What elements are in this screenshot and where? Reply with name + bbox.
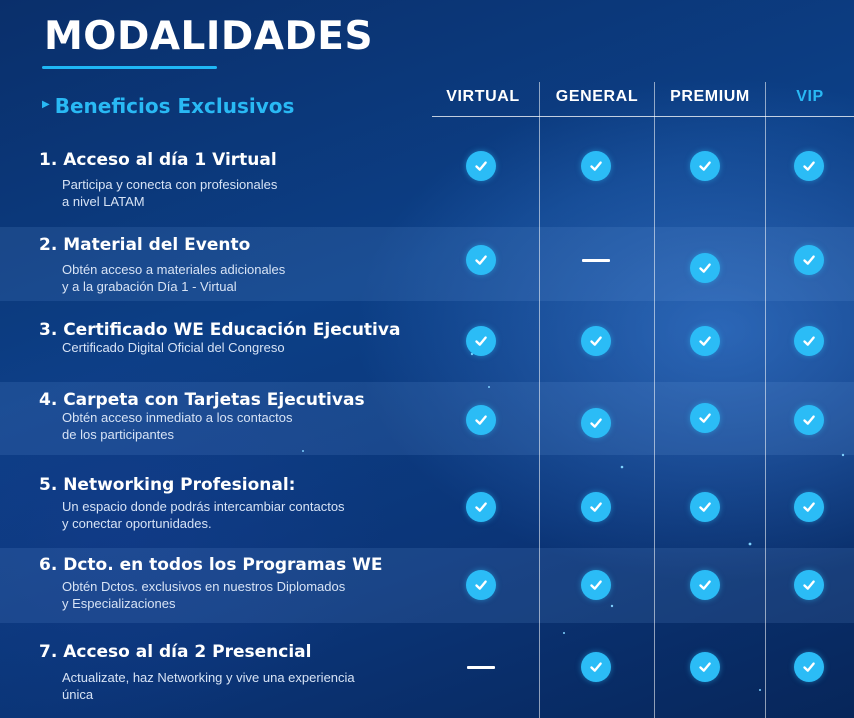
benefit-description: Obtén acceso a materiales adicionales y … — [62, 262, 286, 294]
dash-icon — [467, 666, 495, 669]
benefit-description: Certificado Digital Oficial del Congreso — [62, 340, 285, 355]
check-circle-icon — [466, 570, 496, 600]
benefit-title: 5. Networking Profesional: — [39, 475, 296, 495]
check-circle-icon — [466, 405, 496, 435]
benefit-description: Participa y conecta con profesionales a … — [62, 177, 278, 209]
check-circle-icon — [794, 492, 824, 522]
check-circle-icon — [466, 492, 496, 522]
page-title: MODALIDADES — [44, 14, 374, 59]
column-divider — [765, 82, 766, 718]
title-underline — [42, 66, 217, 69]
benefit-cell-vip — [794, 492, 824, 522]
section-subtitle: ▶ Beneficios Exclusivos — [42, 94, 294, 118]
benefit-cell-premium — [690, 253, 720, 283]
check-circle-icon — [794, 570, 824, 600]
check-circle-icon — [581, 326, 611, 356]
column-header-vip: VIP — [796, 88, 824, 105]
benefit-cell-general — [581, 151, 611, 181]
benefit-description: Un espacio donde podrás intercambiar con… — [62, 499, 345, 531]
dash-icon — [582, 259, 610, 262]
column-header-premium: PREMIUM — [670, 88, 750, 105]
benefit-title: 2. Material del Evento — [39, 235, 251, 255]
check-circle-icon — [466, 245, 496, 275]
benefit-title: 1. Acceso al día 1 Virtual — [39, 150, 277, 170]
check-circle-icon — [690, 326, 720, 356]
benefit-cell-virtual — [466, 151, 496, 181]
benefit-cell-vip — [794, 326, 824, 356]
subtitle-text: Beneficios Exclusivos — [54, 94, 295, 118]
check-circle-icon — [690, 253, 720, 283]
check-circle-icon — [581, 570, 611, 600]
benefit-cell-vip — [794, 652, 824, 682]
benefit-cell-vip — [794, 245, 824, 275]
check-circle-icon — [581, 492, 611, 522]
check-circle-icon — [690, 492, 720, 522]
benefit-cell-vip — [794, 570, 824, 600]
benefit-cell-general — [581, 652, 611, 682]
benefit-cell-general — [581, 245, 611, 275]
check-circle-icon — [794, 326, 824, 356]
column-divider — [539, 82, 540, 718]
check-circle-icon — [466, 326, 496, 356]
benefit-description: Obtén acceso inmediato a los contactos d… — [62, 410, 293, 442]
benefit-title: 7. Acceso al día 2 Presencial — [39, 642, 312, 662]
benefit-cell-general — [581, 492, 611, 522]
benefit-cell-virtual — [466, 652, 496, 682]
check-circle-icon — [794, 652, 824, 682]
benefit-cell-general — [581, 326, 611, 356]
benefit-cell-vip — [794, 151, 824, 181]
benefit-cell-premium — [690, 403, 720, 433]
benefit-cell-premium — [690, 326, 720, 356]
column-header-general: GENERAL — [555, 88, 639, 105]
benefit-cell-premium — [690, 151, 720, 181]
benefit-title: 3. Certificado WE Educación Ejecutiva — [39, 320, 401, 340]
benefit-cell-virtual — [466, 492, 496, 522]
check-circle-icon — [581, 408, 611, 438]
benefit-title: 4. Carpeta con Tarjetas Ejecutivas — [39, 390, 365, 410]
benefit-cell-virtual — [466, 245, 496, 275]
column-header-virtual: VIRTUAL — [446, 88, 520, 105]
benefit-cell-virtual — [466, 405, 496, 435]
check-circle-icon — [581, 151, 611, 181]
benefit-title: 6. Dcto. en todos los Programas WE — [39, 555, 383, 575]
check-circle-icon — [690, 570, 720, 600]
benefit-cell-virtual — [466, 326, 496, 356]
benefit-cell-general — [581, 570, 611, 600]
benefit-cell-premium — [690, 492, 720, 522]
benefit-cell-premium — [690, 570, 720, 600]
benefit-cell-vip — [794, 405, 824, 435]
check-circle-icon — [794, 245, 824, 275]
column-divider — [654, 82, 655, 718]
benefit-cell-virtual — [466, 570, 496, 600]
check-circle-icon — [581, 652, 611, 682]
check-circle-icon — [690, 151, 720, 181]
benefit-description: Obtén Dctos. exclusivos en nuestros Dipl… — [62, 579, 346, 611]
benefit-description: Actualizate, haz Networking y vive una e… — [62, 670, 355, 702]
header-divider — [432, 116, 854, 117]
triangle-right-icon: ▶ — [42, 98, 50, 110]
check-circle-icon — [690, 403, 720, 433]
check-circle-icon — [690, 652, 720, 682]
benefit-cell-premium — [690, 652, 720, 682]
check-circle-icon — [794, 151, 824, 181]
check-circle-icon — [466, 151, 496, 181]
check-circle-icon — [794, 405, 824, 435]
benefit-cell-general — [581, 408, 611, 438]
